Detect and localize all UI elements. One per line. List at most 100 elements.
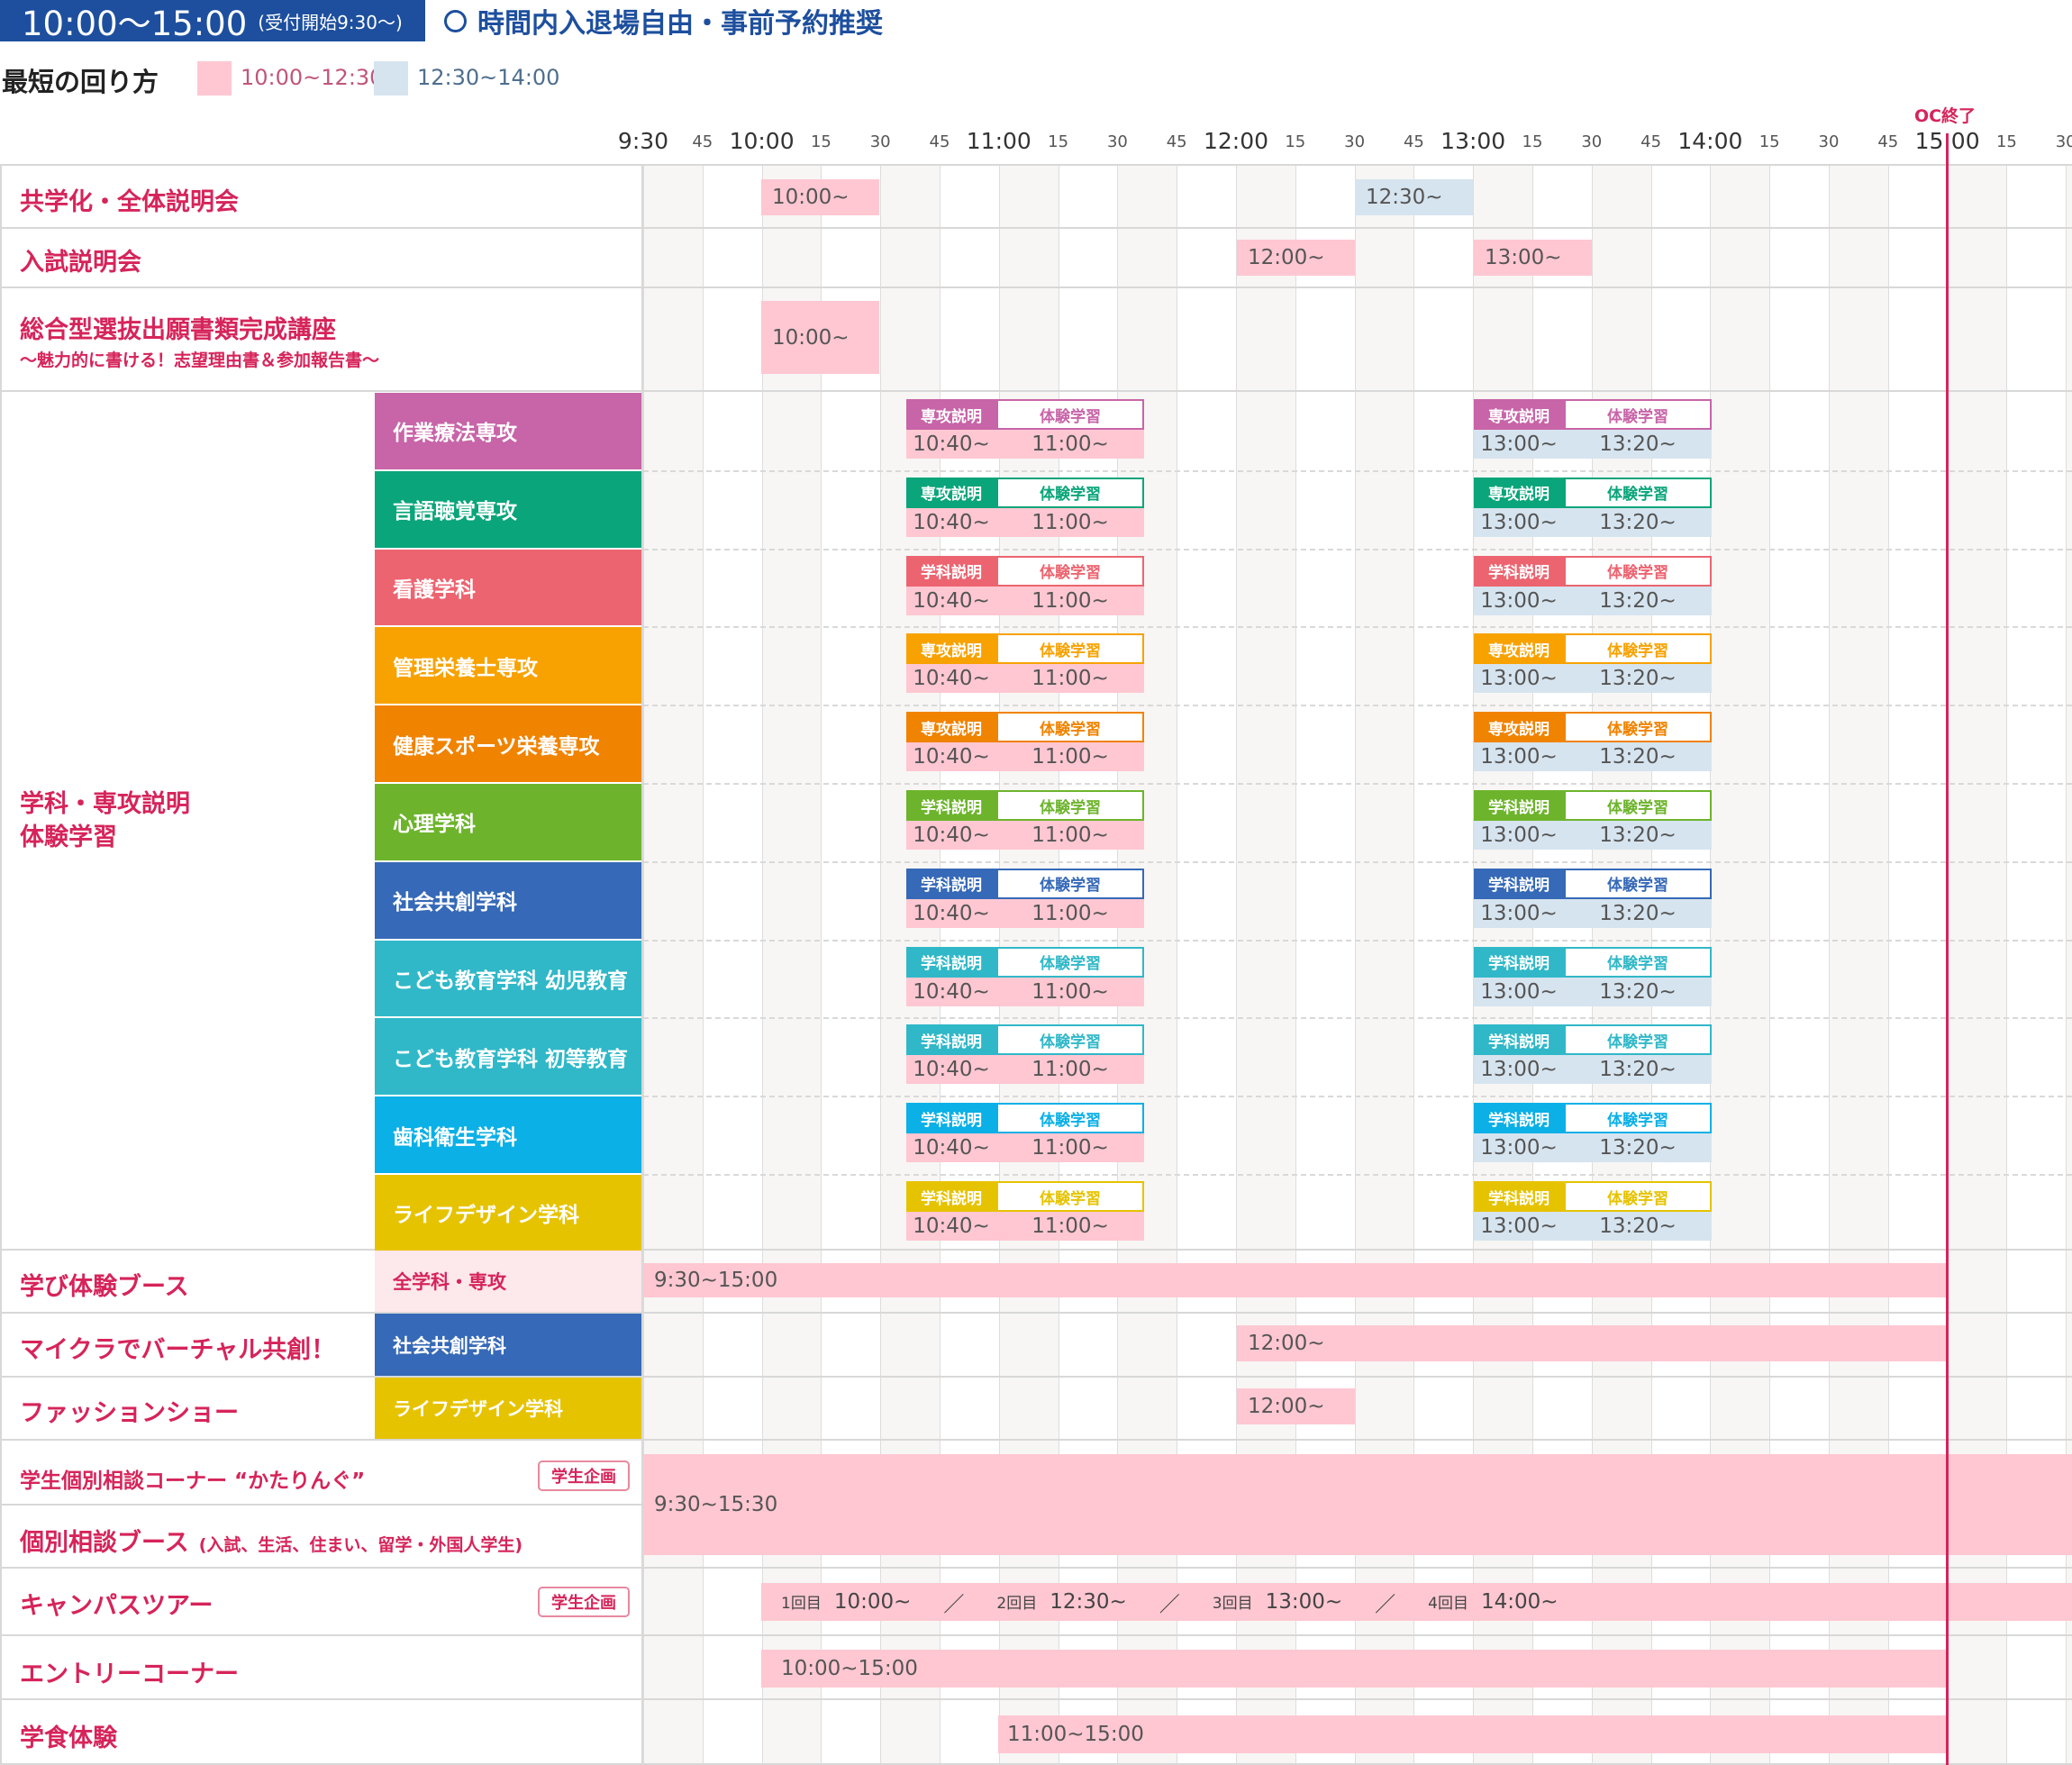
tour-round-num: 2回目 — [996, 1595, 1038, 1613]
row-label-fashion: ファッションショー — [20, 1399, 239, 1427]
row-line — [0, 227, 2072, 229]
session-entry: 10:00~15:00 — [761, 1650, 1947, 1688]
row-label-tour: キャンパスツアー — [20, 1592, 214, 1620]
explanation-chip: 学科説明 — [1474, 555, 1564, 587]
session-time: 10:40~ — [906, 1055, 996, 1085]
time-tick-minute: 45 — [929, 132, 950, 151]
explanation-chip: 学科説明 — [906, 1024, 996, 1056]
session-time: 13:00~ — [1474, 1133, 1564, 1163]
row-label-gakka-2: 体験学習 — [20, 823, 117, 851]
session-kobetsu: 9:30~15:30 — [643, 1454, 2072, 1555]
explanation-chip: 専攻説明 — [1474, 712, 1564, 743]
time-tick-minute: 30 — [869, 132, 891, 151]
department-separator — [643, 783, 2072, 785]
session-time: 10:40~ — [906, 742, 996, 772]
session-time: 10:40~ — [906, 507, 996, 537]
session-time: 11:00~ — [996, 742, 1144, 772]
session-time: 11:00~ — [996, 977, 1144, 1006]
department-separator — [643, 860, 2072, 863]
activity-chip: 体験学習 — [1564, 946, 1712, 978]
explanation-chip: 学科説明 — [906, 1181, 996, 1212]
session-time: 10:40~ — [906, 821, 996, 850]
legend-label-am: 10:00~12:30 — [241, 65, 384, 90]
row-label-sogo: 総合型選抜出願書類完成講座 — [20, 316, 336, 344]
department-separator — [643, 939, 2072, 942]
hours-sub: (受付開始9:30〜) — [258, 11, 403, 33]
time-tick-minute: 30 — [1106, 132, 1128, 151]
session-manabi: 9:30~15:00 — [643, 1263, 1947, 1297]
department-name: 言語聴覚専攻 — [375, 470, 641, 548]
session-time: 11:00~ — [996, 586, 1144, 615]
activity-chip: 体験学習 — [996, 555, 1144, 587]
legend-swatch-am — [197, 61, 232, 96]
activity-chip: 体験学習 — [1564, 1103, 1712, 1134]
session-time: 10:40~ — [906, 430, 996, 459]
row-line — [0, 1634, 2072, 1636]
activity-chip: 体験学習 — [996, 1103, 1144, 1134]
time-tick-minute: 30 — [1818, 132, 1840, 151]
time-tick-minute: 30 — [1344, 132, 1366, 151]
session-time: 13:20~ — [1564, 977, 1712, 1006]
department-separator — [643, 1017, 2072, 1020]
time-tick-minute: 15 — [1995, 132, 2017, 151]
activity-chip: 体験学習 — [1564, 399, 1712, 430]
session-time: 13:20~ — [1564, 1055, 1712, 1085]
activity-chip: 体験学習 — [996, 1181, 1144, 1212]
dept-tag-maikura: 社会共創学科 — [375, 1314, 641, 1376]
explanation-chip: 専攻説明 — [906, 633, 996, 665]
session-time: 13:00~ — [1474, 977, 1564, 1006]
activity-chip: 体験学習 — [1564, 633, 1712, 665]
hours-badge: 10:00〜15:00 (受付開始9:30〜) — [0, 0, 425, 43]
session-time: 13:00~ — [1474, 430, 1564, 459]
entry-note-text: 時間内入退場自由・事前予約推奨 — [477, 8, 883, 40]
row-label-gakushoku: 学食体験 — [20, 1724, 117, 1752]
session-time: 13:00~ — [1474, 664, 1564, 694]
department-separator — [643, 1096, 2072, 1098]
session-time: 13:20~ — [1564, 586, 1712, 615]
session-tour: 1回目 10:00~ ／ 2回目 12:30~ ／ 3回目 13:00~ ／ 4… — [761, 1583, 2072, 1621]
session-fashion: 12:00~ — [1237, 1388, 1355, 1424]
row-line — [0, 164, 2072, 166]
time-tick-minute: 45 — [1166, 132, 1187, 151]
department-name: 歯科衛生学科 — [375, 1096, 641, 1173]
time-tick-minute: 45 — [1877, 132, 1899, 151]
activity-chip: 体験学習 — [1564, 477, 1712, 508]
activity-chip: 体験学習 — [996, 477, 1144, 508]
row-line — [0, 1698, 2072, 1700]
row-sublabel-sogo: 〜魅力的に書ける！志望理由書＆参加報告書〜 — [20, 350, 380, 370]
row-label-kobetsu-wrap: 個別相談ブース (入試、生活、住まい、留学・外国人学生) — [20, 1523, 523, 1558]
session-kyogaku-1: 10:00~ — [761, 179, 879, 215]
explanation-chip: 学科説明 — [1474, 1103, 1564, 1134]
tour-round-time: 13:00~ — [1265, 1590, 1343, 1614]
session-time: 11:00~ — [996, 1055, 1144, 1085]
session-time: 10:40~ — [906, 1212, 996, 1241]
tour-round: 1回目 10:00~ — [781, 1590, 911, 1614]
session-time: 11:00~ — [996, 1133, 1144, 1163]
session-time: 13:20~ — [1564, 1133, 1712, 1163]
activity-chip: 体験学習 — [996, 790, 1144, 821]
explanation-chip: 専攻説明 — [1474, 633, 1564, 665]
session-time: 13:00~ — [1474, 586, 1564, 615]
time-tick-hour: 10:00 — [729, 128, 795, 154]
tour-round-num: 3回目 — [1212, 1595, 1253, 1613]
session-time: 13:20~ — [1564, 1212, 1712, 1241]
activity-chip: 体験学習 — [1564, 555, 1712, 587]
explanation-chip: 学科説明 — [1474, 1024, 1564, 1056]
legend-label-pm: 12:30~14:00 — [417, 65, 560, 90]
time-tick-minute: 15 — [1048, 132, 1069, 151]
session-time: 11:00~ — [996, 430, 1144, 459]
session-time: 10:40~ — [906, 977, 996, 1006]
activity-chip: 体験学習 — [996, 399, 1144, 430]
activity-chip: 体験学習 — [1564, 1181, 1712, 1212]
row-label-entry: エントリーコーナー — [20, 1660, 239, 1688]
tour-round: 4回目 14:00~ — [1428, 1590, 1558, 1614]
session-time: 13:20~ — [1564, 898, 1712, 928]
tour-round: 3回目 13:00~ — [1213, 1590, 1342, 1614]
row-line — [0, 1567, 2072, 1569]
schedule-page: 10:00〜15:00 (受付開始9:30〜) 時間内入退場自由・事前予約推奨 … — [0, 0, 2072, 1765]
activity-chip: 体験学習 — [1564, 1024, 1712, 1056]
session-time: 13:20~ — [1564, 507, 1712, 537]
session-time: 10:40~ — [906, 1133, 996, 1163]
oc-end-label: OC終了 — [1913, 106, 1977, 126]
session-sogo: 10:00~ — [761, 301, 879, 374]
